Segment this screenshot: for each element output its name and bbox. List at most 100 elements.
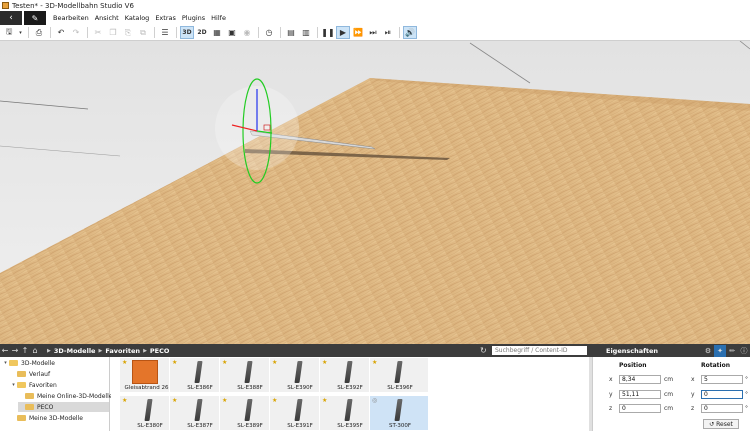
pause-icon[interactable]: ❚❚ [321, 26, 335, 39]
model-tile[interactable]: ★ SL-E396F [369, 357, 429, 393]
collapse-icon[interactable]: ▾ [10, 382, 17, 388]
menu-bar: ‹ ✎ Bearbeiten Ansicht Katalog Extras Pl… [0, 11, 750, 25]
faster-forward-icon[interactable]: ⏭ [366, 26, 380, 39]
position-y-field[interactable]: 51,11 [619, 390, 661, 399]
favorite-star-icon[interactable]: ★ [222, 397, 227, 404]
folder-icon [17, 382, 26, 388]
search-input[interactable]: Suchbegriff / Content-ID [492, 346, 587, 355]
position-z-field[interactable]: 0 [619, 404, 661, 413]
separator [317, 27, 318, 38]
rotation-y-field[interactable]: 0 [701, 390, 743, 399]
camera-icon[interactable]: ◉ [240, 26, 254, 39]
skip-end-icon[interactable]: ⏯ [381, 26, 395, 39]
tree-item[interactable]: Meine 3D-Modelle [10, 413, 83, 423]
menu-plugins[interactable]: Plugins [179, 14, 208, 22]
menu-bearbeiten[interactable]: Bearbeiten [50, 14, 92, 22]
properties-title: Eigenschaften [606, 346, 659, 355]
duplicate-icon[interactable]: ⧉ [136, 26, 150, 39]
save-dropdown-icon[interactable]: ▾ [17, 26, 24, 39]
cut-icon[interactable]: ✂ [91, 26, 105, 39]
copy-icon[interactable]: ❐ [106, 26, 120, 39]
menu-hilfe[interactable]: Hilfe [208, 14, 229, 22]
breadcrumb-item[interactable]: PECO [150, 347, 170, 355]
position-z-unit: cm [664, 405, 674, 412]
app-icon [2, 2, 9, 9]
folder-icon [17, 415, 26, 421]
menu-items: Bearbeiten Ansicht Katalog Extras Plugin… [50, 14, 229, 22]
collapse-icon[interactable]: ▾ [2, 360, 9, 366]
fast-forward-icon[interactable]: ⏩ [351, 26, 365, 39]
folder-icon [25, 393, 34, 399]
arrow-right-icon[interactable]: → [10, 346, 20, 355]
clock-icon[interactable]: ◷ [262, 26, 276, 39]
table-icon[interactable]: ▥ [299, 26, 313, 39]
separator [280, 27, 281, 38]
arrow-left-icon[interactable]: ← [0, 346, 10, 355]
favorite-star-icon[interactable]: ★ [172, 359, 177, 366]
breadcrumb-item[interactable]: 3D-Modelle [54, 347, 96, 355]
position-y-unit: cm [664, 391, 674, 398]
reset-button[interactable]: ↺ Reset [703, 419, 739, 429]
paste-icon[interactable]: ⎘ [121, 26, 135, 39]
edit-mode-button[interactable]: ✎ [24, 11, 46, 25]
position-x-unit: cm [664, 376, 674, 383]
rotation-x-field[interactable]: 5 [701, 375, 743, 384]
brush-icon[interactable]: ✏ [726, 345, 738, 357]
model-thumbnail [244, 399, 253, 421]
favorite-star-icon[interactable]: ★ [272, 359, 277, 366]
menu-extras[interactable]: Extras [152, 14, 179, 22]
grid-icon[interactable]: ▦ [210, 26, 224, 39]
favorite-star-icon[interactable]: ★ [122, 397, 127, 404]
sound-icon[interactable]: 🔊 [403, 26, 417, 39]
model-thumbnail [244, 361, 253, 383]
title-bar: Testen* - 3D-Modellbahn Studio V6 [0, 0, 750, 11]
radio-icon[interactable]: ◎ [372, 397, 377, 404]
home-icon[interactable]: ⌂ [30, 346, 40, 355]
model-thumbnail [294, 361, 303, 383]
tree-item-selected[interactable]: PECO [18, 402, 109, 412]
gizmo-handle[interactable] [263, 124, 271, 131]
save-icon[interactable]: 🖫 [2, 26, 16, 39]
info-icon[interactable]: ⓘ [738, 345, 750, 357]
catalog-header: ← → ↑ ⌂ ▶ 3D-Modelle ▶ Favoriten ▶ PECO … [0, 344, 592, 357]
view-2d-button[interactable]: 2D [195, 26, 209, 39]
favorite-star-icon[interactable]: ★ [122, 359, 127, 366]
favorite-star-icon[interactable]: ★ [272, 397, 277, 404]
favorite-star-icon[interactable]: ★ [172, 397, 177, 404]
model-thumbnail [394, 399, 403, 421]
back-button[interactable]: ‹ [0, 11, 22, 25]
rotation-z-field[interactable]: 0 [701, 404, 743, 413]
menu-katalog[interactable]: Katalog [122, 14, 153, 22]
rotation-y-label: y [691, 391, 695, 398]
list-icon[interactable]: ☰ [158, 26, 172, 39]
tree-item[interactable]: ▾ 3D-Modelle [2, 358, 55, 368]
favorite-star-icon[interactable]: ★ [372, 359, 377, 366]
tree-item[interactable]: ▾ Favoriten [10, 380, 57, 390]
undo-icon[interactable]: ↶ [54, 26, 68, 39]
favorite-star-icon[interactable]: ★ [322, 397, 327, 404]
menu-ansicht[interactable]: Ansicht [92, 14, 122, 22]
model-tile-selected[interactable]: ◎ ST-300F [369, 395, 429, 431]
tree-item[interactable]: Verlauf [10, 369, 50, 379]
tree-item[interactable]: Meine Online-3D-Modelle [18, 391, 112, 401]
favorite-star-icon[interactable]: ★ [222, 359, 227, 366]
refresh-icon[interactable]: ↻ [480, 346, 487, 355]
model-thumbnail [344, 361, 353, 383]
play-icon[interactable]: ▶ [336, 26, 350, 39]
view-3d-button[interactable]: 3D [180, 26, 194, 39]
transform-icon[interactable]: ✦ [714, 344, 726, 357]
model-thumbnail [394, 361, 403, 383]
breadcrumb-item[interactable]: Favoriten [105, 347, 140, 355]
terrain-icon[interactable]: ▣ [225, 26, 239, 39]
3d-viewport[interactable] [0, 41, 750, 344]
reset-label: Reset [716, 420, 733, 428]
position-x-field[interactable]: 8,34 [619, 375, 661, 384]
print-icon[interactable]: ⎙ [32, 26, 46, 39]
arrow-up-icon[interactable]: ↑ [20, 346, 30, 355]
gear-icon[interactable]: ⚙ [702, 345, 714, 357]
redo-icon[interactable]: ↷ [69, 26, 83, 39]
separator [176, 27, 177, 38]
layout-icon[interactable]: ▤ [284, 26, 298, 39]
toolbar: 🖫 ▾ ⎙ ↶ ↷ ✂ ❐ ⎘ ⧉ ☰ 3D 2D ▦ ▣ ◉ ◷ ▤ ▥ ❚❚… [0, 25, 750, 41]
favorite-star-icon[interactable]: ★ [322, 359, 327, 366]
